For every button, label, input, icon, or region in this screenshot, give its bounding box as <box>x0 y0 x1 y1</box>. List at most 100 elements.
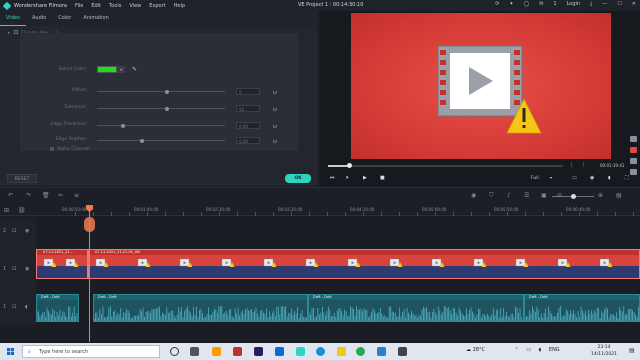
add-track-icon[interactable]: ⊞ <box>4 207 9 214</box>
minimize-icon[interactable]: — <box>602 1 607 7</box>
collapse-arrow-icon[interactable]: ▸ <box>8 31 10 36</box>
zoom-slider-handle[interactable] <box>571 194 576 199</box>
account-icon[interactable]: ◯ <box>524 1 530 7</box>
video-clip[interactable]: 07-11-2021_21-21-01_HD <box>88 249 640 279</box>
temperature[interactable]: 28°C <box>473 347 485 353</box>
menu-edit[interactable]: Edit <box>91 3 101 9</box>
timeline-ruler[interactable]: ⊞ ⛓ 00:00:50:00 00:01:40:00 00:02:30:00 00:… <box>0 204 640 216</box>
video-track-2[interactable] <box>36 217 640 247</box>
menu-export[interactable]: Export <box>149 3 165 9</box>
param-value-input[interactable]: 0.00 <box>236 137 260 144</box>
clock[interactable]: 23:14 14/11/2021 <box>591 344 617 358</box>
menu-file[interactable]: File <box>75 3 83 9</box>
param-reset-icon[interactable] <box>273 106 277 111</box>
tab-audio[interactable]: Audio <box>26 11 52 26</box>
param-slider-handle[interactable] <box>165 106 170 111</box>
video-clip[interactable]: 07-11-2021_21... <box>36 249 88 279</box>
volume-icon[interactable]: ◖ <box>539 347 542 353</box>
share-icon[interactable] <box>630 158 637 164</box>
param-value-input[interactable]: 0 <box>236 88 260 95</box>
lock-icon[interactable]: ⊡ <box>12 267 17 272</box>
acrobat-icon[interactable] <box>233 347 242 356</box>
param-slider[interactable] <box>97 89 225 94</box>
link-icon[interactable]: ⛓ <box>18 207 26 214</box>
tray-arrow-icon[interactable]: ⌃ <box>515 347 519 353</box>
video-track-1[interactable]: 07-11-2021_21... 07-11-2021_21-21-01_HD <box>36 247 640 291</box>
language[interactable]: ENG <box>549 347 560 353</box>
audio-track-1[interactable]: Drift - Drift Drift - Drift Drift - Drif… <box>36 291 640 325</box>
render-preview-icon[interactable]: ◉ <box>471 193 477 199</box>
audio-clip[interactable]: Drift - Drift <box>36 294 79 322</box>
lightbulb-icon[interactable]: ✦ <box>509 1 513 7</box>
param-reset-icon[interactable] <box>273 89 277 94</box>
record-icon[interactable] <box>630 147 637 153</box>
color-dropdown-icon[interactable]: ▾ <box>117 66 125 73</box>
reset-button[interactable]: RESET <box>7 174 37 183</box>
maximize-icon[interactable]: ☐ <box>617 1 621 7</box>
tab-color[interactable]: Color <box>52 11 77 26</box>
fit-timeline-icon[interactable]: ▤ <box>616 193 622 199</box>
playhead[interactable] <box>89 209 90 342</box>
tab-animation[interactable]: Animation <box>77 11 115 26</box>
download-icon[interactable]: ⤓ <box>590 1 592 7</box>
marker-icon[interactable]: ⛉ <box>489 193 495 199</box>
param-reset-icon[interactable] <box>273 138 277 143</box>
tab-video[interactable]: Video <box>0 11 27 26</box>
eyedropper-icon[interactable]: ✎ <box>132 66 137 73</box>
notification-icon[interactable]: ✉ <box>539 1 543 7</box>
lock-icon[interactable]: ⊡ <box>12 229 17 234</box>
lock-icon[interactable]: ⊡ <box>12 305 17 310</box>
app-icon[interactable] <box>377 347 386 356</box>
ok-button[interactable]: OK <box>285 174 311 183</box>
taskbar-search[interactable]: ⌕ Type here to search <box>22 345 160 358</box>
premiere-icon[interactable] <box>254 347 263 356</box>
chrome-icon[interactable] <box>356 347 365 356</box>
close-icon[interactable]: ✕ <box>632 1 636 7</box>
speaker-icon[interactable]: ◖ <box>25 305 30 310</box>
task-view-icon[interactable] <box>190 347 199 356</box>
menu-help[interactable]: Help <box>174 3 185 9</box>
chroma-key-checkbox[interactable] <box>13 30 18 34</box>
play-icon[interactable]: ▶ <box>363 175 367 181</box>
audio-mixer-icon[interactable]: ☰ <box>524 193 530 199</box>
menu-view[interactable]: View <box>129 3 141 9</box>
sync-icon[interactable]: ⟳ <box>495 1 499 7</box>
edge-icon[interactable] <box>316 347 325 356</box>
cortana-icon[interactable] <box>170 347 179 356</box>
stop-icon[interactable]: ■ <box>380 175 385 181</box>
color-swatch[interactable] <box>97 66 117 73</box>
camera-icon[interactable] <box>630 136 637 142</box>
file-explorer-icon[interactable] <box>337 347 346 356</box>
snapshot-icon[interactable]: ◉ <box>590 175 594 181</box>
preview-scrubber[interactable] <box>328 163 563 168</box>
play-back-icon[interactable]: ⏵ <box>346 175 349 181</box>
notifications-icon[interactable]: ▤ <box>629 347 635 354</box>
audio-clip[interactable]: Drift - Drift <box>308 294 524 322</box>
login-button[interactable]: Login <box>567 1 581 7</box>
prev-frame-icon[interactable]: ⏮ <box>330 175 335 181</box>
snapshot-tl-icon[interactable]: ▣ <box>541 193 547 199</box>
param-value-input[interactable]: 0.00 <box>236 122 260 129</box>
visibility-icon[interactable]: ◉ <box>25 267 30 272</box>
scrubber-handle[interactable] <box>346 163 352 168</box>
illustrator-icon[interactable] <box>212 347 221 356</box>
audio-clip[interactable]: Drift - Drift <box>93 294 308 322</box>
param-reset-icon[interactable] <box>273 123 277 128</box>
param-value-input[interactable]: 50 <box>236 105 260 112</box>
weather-icon[interactable]: ☁ <box>466 347 471 353</box>
settings-icon[interactable] <box>630 169 637 175</box>
cut-icon[interactable]: ✂ <box>58 193 64 199</box>
param-slider[interactable] <box>97 123 225 128</box>
alpha-channel-checkbox[interactable] <box>50 147 54 151</box>
word-icon[interactable] <box>275 347 284 356</box>
param-slider-handle[interactable] <box>165 89 170 94</box>
audio-clip[interactable]: Drift - Drift <box>524 294 640 322</box>
quality-dropdown-icon[interactable]: ▾ <box>550 175 552 180</box>
undo-icon[interactable]: ↶ <box>8 193 14 199</box>
param-slider-handle[interactable] <box>139 138 144 143</box>
mark-out-icon[interactable]: } <box>582 162 585 168</box>
app-icon[interactable] <box>398 347 407 356</box>
windows-start-icon[interactable] <box>7 348 14 355</box>
network-icon[interactable]: ▭ <box>526 347 531 353</box>
render-icon[interactable]: ▭ <box>572 175 577 181</box>
